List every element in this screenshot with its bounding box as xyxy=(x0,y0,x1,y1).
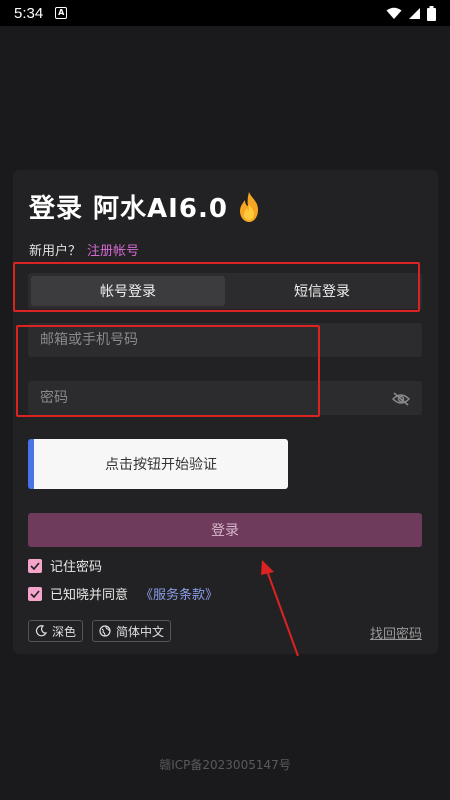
signup-prompt: 新用户？ xyxy=(29,244,82,259)
agree-label: 已知晓并同意 xyxy=(50,588,129,603)
status-bar: 5:34 A xyxy=(0,0,450,26)
globe-icon xyxy=(99,625,111,637)
battery-icon xyxy=(427,5,436,21)
login-button[interactable]: 登录 xyxy=(28,513,422,547)
title-text: 登录 阿水AI6.0 xyxy=(29,194,228,224)
moon-icon xyxy=(35,625,47,637)
forgot-password-link[interactable]: 找回密码 xyxy=(370,623,422,642)
signup-link[interactable]: 注册帐号 xyxy=(87,244,139,259)
icp-footer: 赣ICP备2023005147号 xyxy=(159,758,291,772)
status-time: 5:34 xyxy=(14,4,44,22)
eye-off-icon[interactable] xyxy=(392,392,410,406)
annotation-arrow xyxy=(261,560,299,657)
captcha-verify-button[interactable]: 点击按钮开始验证 xyxy=(28,439,288,489)
language-label: 简体中文 xyxy=(116,624,165,639)
annotation-tabs-box xyxy=(13,262,420,312)
wifi-icon xyxy=(386,7,402,19)
remember-checkbox[interactable] xyxy=(28,558,42,573)
notification-icon: A xyxy=(55,7,68,19)
language-select-button[interactable]: 简体中文 xyxy=(92,620,172,642)
fire-icon xyxy=(239,191,258,222)
theme-label: 深色 xyxy=(52,624,77,639)
agree-terms-row[interactable]: 已知晓并同意 《服务条款》 xyxy=(28,584,218,603)
theme-toggle-button[interactable]: 深色 xyxy=(28,620,84,642)
remember-label: 记住密码 xyxy=(50,560,103,575)
status-icons xyxy=(386,5,436,21)
signal-icon xyxy=(409,7,420,19)
agree-checkbox[interactable] xyxy=(28,586,42,601)
annotation-inputs-box xyxy=(16,325,320,417)
check-icon xyxy=(30,589,40,598)
remember-password-row[interactable]: 记住密码 xyxy=(28,556,102,575)
check-icon xyxy=(30,561,40,570)
terms-link[interactable]: 《服务条款》 xyxy=(140,584,218,603)
signup-line: 新用户？ 注册帐号 xyxy=(29,240,139,259)
page-title: 登录 阿水AI6.0 xyxy=(29,188,262,225)
